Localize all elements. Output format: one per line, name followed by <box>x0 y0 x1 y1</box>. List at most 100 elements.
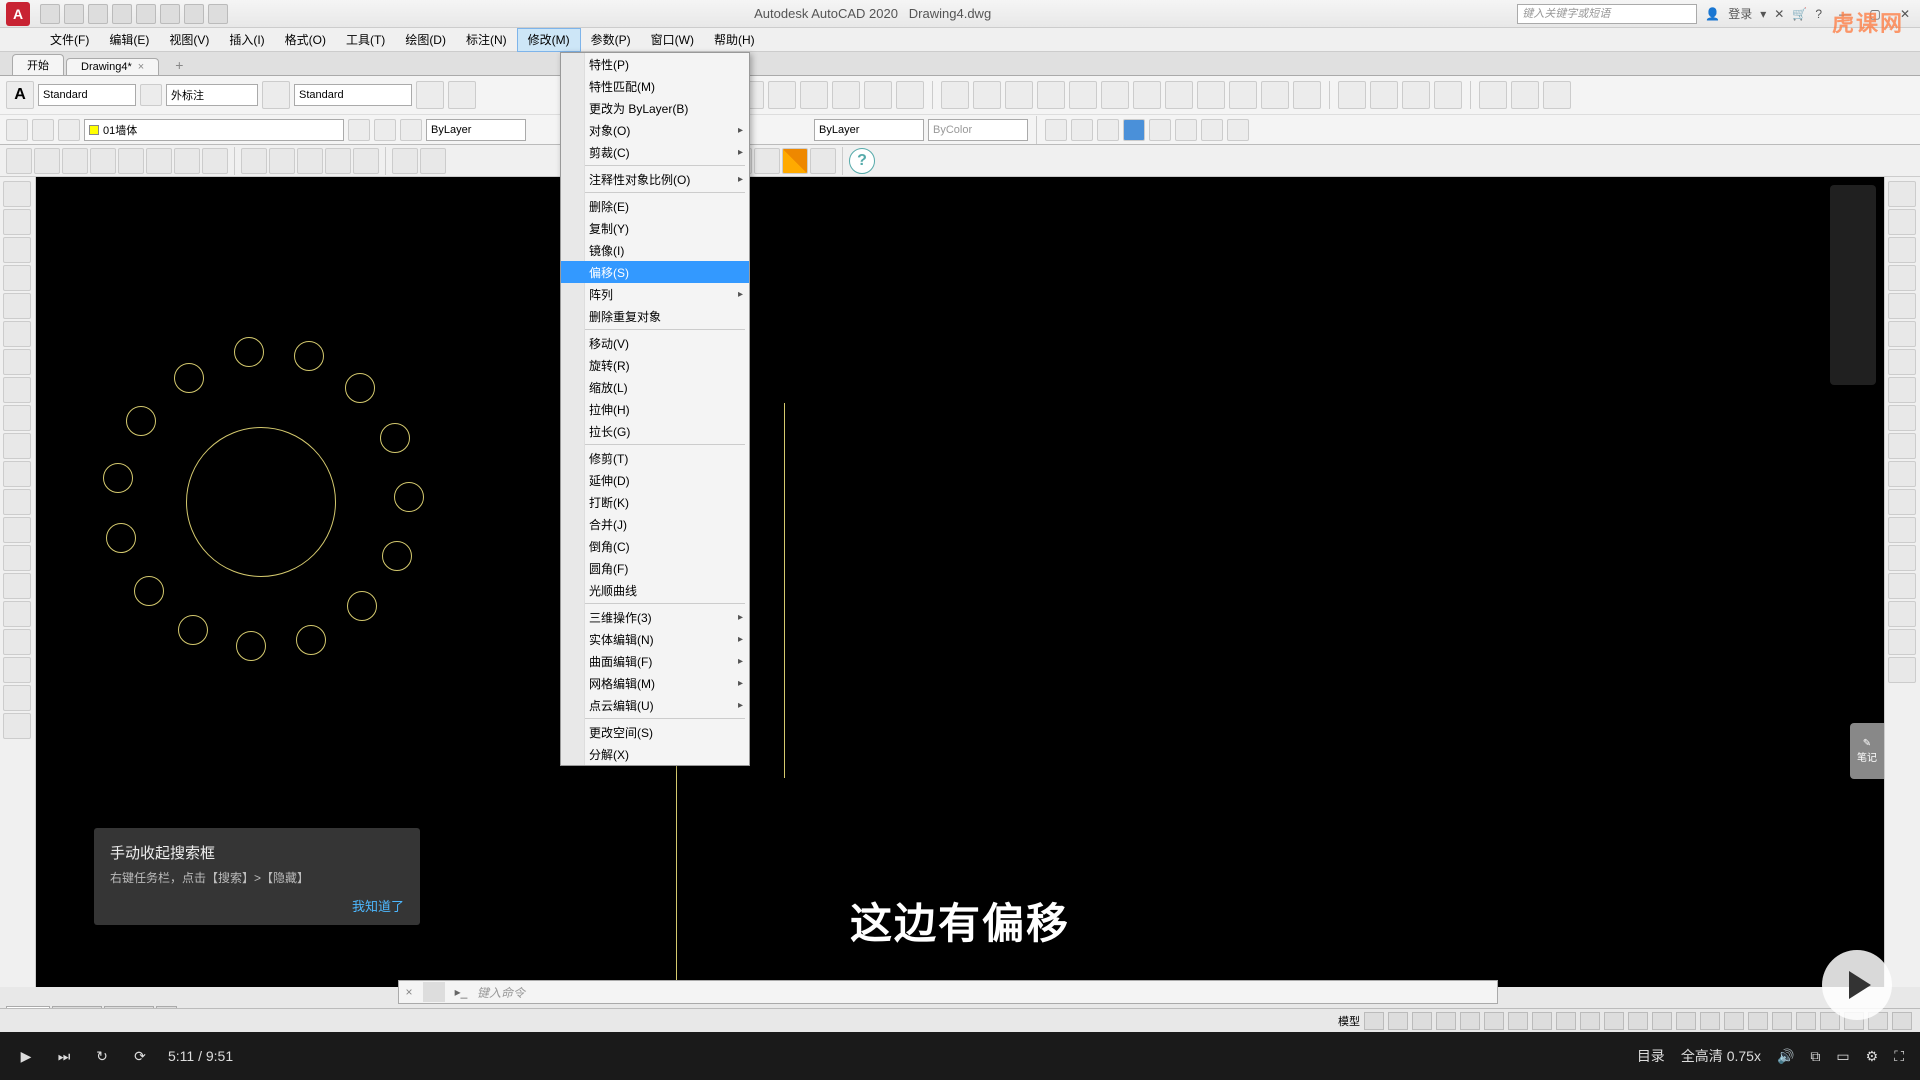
play-overlay-button[interactable] <box>1822 950 1892 1020</box>
layer-filter-icon[interactable] <box>32 119 54 141</box>
menu-item[interactable]: 阵列 <box>561 283 749 305</box>
preview-icon[interactable] <box>146 148 172 174</box>
layer-btn5[interactable] <box>832 81 860 109</box>
layer-btn6[interactable] <box>864 81 892 109</box>
chamfer-icon[interactable] <box>1888 573 1916 599</box>
mleader-icon[interactable] <box>416 81 444 109</box>
rb-btn-2[interactable] <box>448 81 476 109</box>
dim-radius-icon[interactable] <box>1069 81 1097 109</box>
save-icon[interactable] <box>62 148 88 174</box>
menu-item[interactable]: 移动(V) <box>561 332 749 354</box>
status-osnap-icon[interactable] <box>1460 1012 1480 1030</box>
spline-icon[interactable] <box>3 405 31 431</box>
jogged-icon[interactable] <box>1434 81 1462 109</box>
block-btn6[interactable] <box>1175 119 1197 141</box>
qat-redo-icon[interactable] <box>208 4 228 24</box>
circle-icon[interactable] <box>3 349 31 375</box>
extend-icon[interactable] <box>1888 461 1916 487</box>
new-icon[interactable] <box>6 148 32 174</box>
menu-item[interactable]: 特性匹配(M) <box>561 75 749 97</box>
gradient-icon[interactable] <box>3 601 31 627</box>
play-button[interactable]: ▶ <box>16 1046 36 1066</box>
qat-saveas-icon[interactable] <box>112 4 132 24</box>
polyline-icon[interactable] <box>3 237 31 263</box>
user-icon[interactable]: 👤 <box>1705 7 1720 21</box>
table-style-select[interactable]: Standard <box>294 84 412 106</box>
loop-icon[interactable]: ⟳ <box>130 1046 150 1066</box>
copy-icon[interactable] <box>269 148 295 174</box>
menu-draw[interactable]: 绘图(D) <box>395 28 456 52</box>
status-model-label[interactable]: 模型 <box>1338 1013 1360 1029</box>
block-btn1[interactable] <box>1045 119 1067 141</box>
status-ws-icon[interactable] <box>1700 1012 1720 1030</box>
dim-baseline-icon[interactable] <box>1197 81 1225 109</box>
login-button[interactable]: 登录 <box>1728 5 1752 22</box>
polygon-icon[interactable] <box>3 265 31 291</box>
addselected-icon[interactable] <box>3 713 31 739</box>
dim-quick-icon[interactable] <box>1165 81 1193 109</box>
status-snap-icon[interactable] <box>1388 1012 1408 1030</box>
plot-icon[interactable] <box>118 148 144 174</box>
dim-tedit-icon[interactable] <box>1511 81 1539 109</box>
region-icon[interactable] <box>3 629 31 655</box>
menu-item[interactable]: 曲面编辑(F) <box>561 650 749 672</box>
dim-angular-icon[interactable] <box>1133 81 1161 109</box>
xline-icon[interactable] <box>3 209 31 235</box>
menu-help[interactable]: 帮助(H) <box>704 28 765 52</box>
dim-linear-icon[interactable] <box>941 81 969 109</box>
menu-item[interactable]: 实体编辑(N) <box>561 628 749 650</box>
brush-icon[interactable] <box>140 84 162 106</box>
menu-item[interactable]: 镜像(I) <box>561 239 749 261</box>
point-icon[interactable] <box>3 545 31 571</box>
menu-item[interactable]: 缩放(L) <box>561 376 749 398</box>
help-icon[interactable]: ? <box>1815 7 1822 21</box>
menu-item[interactable]: 合并(J) <box>561 513 749 535</box>
fillet-icon[interactable] <box>1888 601 1916 627</box>
layer-btn4[interactable] <box>800 81 828 109</box>
menu-item[interactable]: 三维操作(3) <box>561 606 749 628</box>
menu-item[interactable]: 倒角(C) <box>561 535 749 557</box>
layer-prev-icon[interactable] <box>348 119 370 141</box>
scale-icon[interactable] <box>1888 377 1916 403</box>
mirror-icon[interactable] <box>1888 237 1916 263</box>
app-logo-icon[interactable]: A <box>6 2 30 26</box>
block-btn4[interactable] <box>1123 119 1145 141</box>
command-line[interactable]: × ▸_ 键入命令 <box>398 980 1498 1004</box>
status-polar-icon[interactable] <box>1436 1012 1456 1030</box>
menu-item[interactable]: 删除(E) <box>561 195 749 217</box>
dim-style-select[interactable]: 外标注 <box>166 84 258 106</box>
tooltip-ok-button[interactable]: 我知道了 <box>110 896 404 915</box>
qat-undo-icon[interactable] <box>184 4 204 24</box>
volume-icon[interactable]: 🔊 <box>1777 1048 1794 1065</box>
line-icon[interactable] <box>3 181 31 207</box>
layer-select[interactable]: 01墙体 <box>84 119 344 141</box>
lineweight-select[interactable]: ByColor <box>928 119 1028 141</box>
cmdline-customize-icon[interactable] <box>423 982 445 1002</box>
menu-item[interactable]: 点云编辑(U) <box>561 694 749 716</box>
tab-drawing4[interactable]: Drawing4*× <box>66 58 159 75</box>
table-icon[interactable] <box>810 148 836 174</box>
layer-btn3[interactable] <box>768 81 796 109</box>
menu-item[interactable]: 更改空间(S) <box>561 721 749 743</box>
copy2-icon[interactable] <box>1888 209 1916 235</box>
menu-item[interactable]: 注释性对象比例(O) <box>561 168 749 190</box>
layer-states-icon[interactable] <box>6 119 28 141</box>
menu-item[interactable]: 特性(P) <box>561 53 749 75</box>
block-btn7[interactable] <box>1201 119 1223 141</box>
theater-icon[interactable]: ▭ <box>1836 1048 1849 1065</box>
rotate-icon[interactable] <box>1888 349 1916 375</box>
menu-item[interactable]: 打断(K) <box>561 491 749 513</box>
notes-sidetab[interactable]: ✎ 笔记 <box>1850 723 1884 779</box>
block-btn2[interactable] <box>1071 119 1093 141</box>
ellipse-icon[interactable] <box>3 433 31 459</box>
menu-item[interactable]: 偏移(S) <box>561 261 749 283</box>
status-anno-icon[interactable] <box>1676 1012 1696 1030</box>
explode-icon[interactable] <box>1888 657 1916 683</box>
insert-block-icon[interactable] <box>3 489 31 515</box>
stretch-icon[interactable] <box>1888 405 1916 431</box>
menu-modify[interactable]: 修改(M) <box>517 28 581 52</box>
dim-diameter-icon[interactable] <box>1101 81 1129 109</box>
tolerance-icon[interactable] <box>1338 81 1366 109</box>
linetype-select[interactable]: ByLayer <box>814 119 924 141</box>
dim-continue-icon[interactable] <box>1229 81 1257 109</box>
